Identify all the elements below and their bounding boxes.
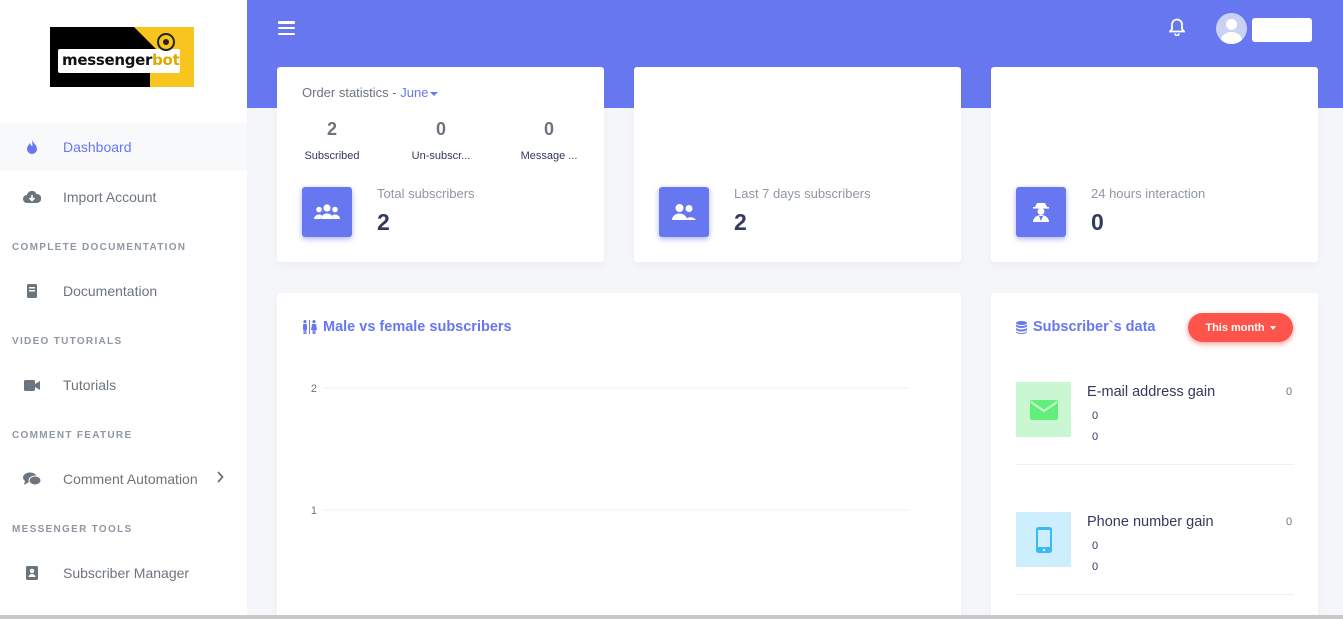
interaction-24h-label: 24 hours interaction [1091,186,1206,201]
sidebar-item-subscriber-manager[interactable]: Subscriber Manager [0,549,247,597]
subscriber-data-title: Subscriber`s data [1016,319,1156,335]
chart-y-tick-label: 1 [311,505,317,517]
menu-header-messenger-tools: MESSENGER TOOLS [12,524,133,535]
video-camera-icon [23,376,41,394]
last-7-days-label: Last 7 days subscribers [734,186,871,201]
fire-icon [23,138,41,156]
user-friends-icon [659,187,709,237]
user-avatar-icon[interactable] [1216,13,1247,44]
bot-mascot-icon [157,33,175,51]
row-divider [1016,594,1294,595]
chart-y-tick-label: 2 [311,383,317,395]
gender-chart-card: Male vs female subscribers 12 [277,293,961,619]
order-statistics-card: Order statistics - June 2 Subscribed 0 U… [277,67,604,262]
logo-area: messengerbot [0,0,247,121]
subscriber-data-card: Subscriber`s data This month E-mail addr… [991,293,1318,619]
cloud-download-icon [23,188,41,206]
mini-stat-message: 0 Message ... [520,119,578,162]
user-name-redacted[interactable] [1252,18,1312,42]
this-month-dropdown-button[interactable]: This month [1188,313,1293,342]
comments-icon [23,470,41,488]
mini-stat-unsubscribed: 0 Un-subscr... [411,119,471,162]
book-icon [23,282,41,300]
sidebar: messengerbot Dashboard Import Account CO… [0,0,247,619]
chevron-right-icon[interactable] [216,470,224,488]
month-dropdown[interactable]: June [400,85,439,100]
contact-card-icon [23,564,41,582]
bell-icon[interactable] [1168,18,1186,41]
sidebar-item-comment-automation[interactable]: Comment Automation [0,455,247,503]
total-subscribers-label: Total subscribers [377,186,475,201]
sidebar-item-documentation[interactable]: Documentation [0,267,247,315]
interaction-24h-value: 0 [1091,209,1104,235]
menu-header-complete-documentation: COMPLETE DOCUMENTATION [12,242,187,253]
menu-header-comment-feature: COMMENT FEATURE [12,430,133,441]
horizontal-scrollbar[interactable] [0,615,1343,619]
order-statistics-title: Order statistics - June [302,85,439,100]
email-gain-row: E-mail address gain 0 0 0 [1016,382,1294,482]
phone-gain-row: Phone number gain 0 0 0 [1016,512,1294,612]
total-subscribers-value: 2 [377,209,390,235]
menu-header-video-tutorials: VIDEO TUTORIALS [12,336,123,347]
sidebar-item-tutorials[interactable]: Tutorials [0,361,247,409]
users-icon [302,187,352,237]
brand-logo[interactable]: messengerbot [50,27,194,87]
sidebar-item-dashboard[interactable]: Dashboard [0,123,247,171]
caret-down-icon [1269,325,1276,330]
mobile-phone-icon [1016,512,1071,567]
last-7-days-card: Last 7 days subscribers 2 [634,67,961,262]
gender-chart-plot: 12 [311,383,909,517]
last-7-days-value: 2 [734,209,747,235]
mini-stat-subscribed: 2 Subscribed [304,119,360,162]
database-icon [1016,320,1027,334]
sidebar-item-import-account[interactable]: Import Account [0,173,247,221]
user-secret-icon [1016,187,1066,237]
envelope-icon [1016,382,1071,437]
caret-down-icon [430,91,439,96]
interaction-24h-card: 24 hours interaction 0 [991,67,1318,262]
hamburger-icon[interactable] [278,21,295,36]
row-divider [1016,464,1294,465]
